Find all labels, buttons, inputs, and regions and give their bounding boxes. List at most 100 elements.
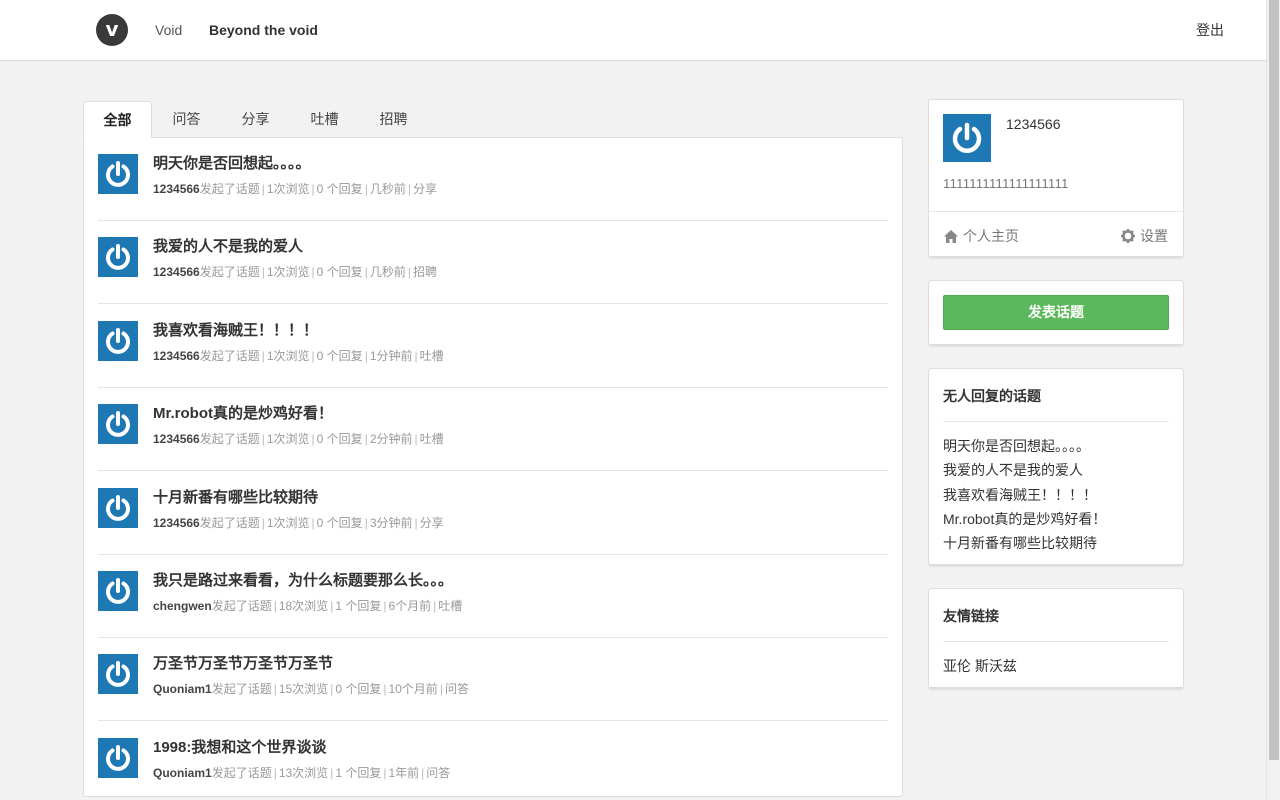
- topic-category[interactable]: 问答: [426, 766, 450, 780]
- topic-meta: 1234566发起了话题 | 1次浏览 | 0 个回复 | 1分钟前 | 吐槽: [153, 347, 444, 364]
- topic-action: 发起了话题: [199, 349, 260, 363]
- topic-title-link[interactable]: Mr.robot真的是炒鸡好看！: [153, 402, 333, 423]
- topic-category[interactable]: 问答: [445, 682, 469, 696]
- topic-replies: 1 个回复: [335, 766, 382, 780]
- vimeo-logo-icon[interactable]: v: [96, 14, 128, 46]
- topic-title-link[interactable]: 我爱的人不是我的爱人: [153, 235, 303, 256]
- topic-meta: 1234566发起了话题 | 1次浏览 | 0 个回复 | 几秒前 | 分享: [153, 180, 437, 197]
- tab-qa[interactable]: 问答: [152, 101, 221, 138]
- topic-time: 6个月前: [388, 599, 432, 613]
- user-name[interactable]: 1234566: [1006, 116, 1061, 132]
- topic-time: 10个月前: [388, 682, 438, 696]
- meta-separator: |: [311, 432, 315, 446]
- topic-meta: Quoniam1发起了话题 | 15次浏览 | 0 个回复 | 10个月前 | 问答: [153, 680, 469, 697]
- topic-views: 18次浏览: [278, 599, 329, 613]
- topic-meta: 1234566发起了话题 | 1次浏览 | 0 个回复 | 3分钟前 | 分享: [153, 514, 444, 531]
- topic-title-link[interactable]: 十月新番有哪些比较期待: [153, 486, 318, 507]
- gear-icon: [1121, 229, 1135, 243]
- topic-author[interactable]: Quoniam1: [153, 766, 212, 780]
- tab-rant[interactable]: 吐槽: [290, 101, 359, 138]
- meta-separator: |: [330, 766, 334, 780]
- author-avatar[interactable]: [98, 404, 138, 444]
- meta-separator: |: [330, 682, 334, 696]
- author-avatar[interactable]: [98, 738, 138, 778]
- topic-row: 我喜欢看海贼王！！！！ 1234566发起了话题 | 1次浏览 | 0 个回复 | 1分钟前 |…: [98, 305, 888, 388]
- author-avatar[interactable]: [98, 321, 138, 361]
- topic-action: 发起了话题: [199, 516, 260, 530]
- unreplied-topic-link[interactable]: Mr.robot真的是炒鸡好看！: [943, 509, 1106, 529]
- topic-title-link[interactable]: 万圣节万圣节万圣节万圣节: [153, 652, 333, 673]
- profile-home-link[interactable]: 个人主页: [944, 226, 1019, 246]
- tab-jobs[interactable]: 招聘: [359, 101, 428, 138]
- power-icon: [106, 161, 130, 187]
- topic-title-link[interactable]: 我喜欢看海贼王！！！！: [153, 319, 318, 340]
- unreplied-topic-link[interactable]: 十月新番有哪些比较期待: [943, 533, 1097, 553]
- author-avatar[interactable]: [98, 488, 138, 528]
- user-card: 1234566 1111111111111111111 个人主页 设置: [928, 99, 1184, 257]
- topic-author[interactable]: chengwen: [153, 599, 212, 613]
- topic-views: 1次浏览: [266, 182, 310, 196]
- topic-list: 明天你是否回想起。。。。 1234566发起了话题 | 1次浏览 | 0 个回复 | 几秒前 |…: [83, 137, 903, 797]
- meta-separator: |: [364, 432, 368, 446]
- topic-title-link[interactable]: 我只是路过来看看，为什么标题要那么长。。。: [153, 569, 453, 590]
- nav-link-void[interactable]: Void: [155, 21, 182, 39]
- author-avatar[interactable]: [98, 154, 138, 194]
- meta-separator: |: [383, 682, 387, 696]
- topic-category[interactable]: 分享: [420, 516, 444, 530]
- topic-category[interactable]: 招聘: [413, 265, 437, 279]
- topic-title-link[interactable]: 1998:我想和这个世界谈谈: [153, 736, 326, 757]
- power-icon: [106, 578, 130, 604]
- topic-category[interactable]: 吐槽: [420, 349, 444, 363]
- topic-time: 几秒前: [369, 265, 406, 279]
- topic-author[interactable]: 1234566: [153, 516, 200, 530]
- topic-category[interactable]: 吐槽: [438, 599, 462, 613]
- topic-author[interactable]: 1234566: [153, 349, 200, 363]
- meta-separator: |: [311, 516, 315, 530]
- meta-separator: |: [364, 265, 368, 279]
- unreplied-topic-link[interactable]: 我爱的人不是我的爱人: [943, 460, 1083, 480]
- author-avatar[interactable]: [98, 654, 138, 694]
- topic-title-link[interactable]: 明天你是否回想起。。。。: [153, 152, 311, 173]
- topic-action: 发起了话题: [199, 432, 260, 446]
- page-scrollbar[interactable]: [1266, 0, 1280, 800]
- meta-separator: |: [414, 432, 418, 446]
- unreplied-topic-link[interactable]: 明天你是否回想起。。。。: [943, 436, 1090, 456]
- topic-time: 1分钟前: [369, 349, 413, 363]
- settings-label: 设置: [1140, 228, 1168, 244]
- topic-views: 15次浏览: [278, 682, 329, 696]
- topic-category[interactable]: 吐槽: [420, 432, 444, 446]
- user-avatar[interactable]: [943, 114, 991, 162]
- topic-views: 13次浏览: [278, 766, 329, 780]
- tab-all[interactable]: 全部: [83, 101, 152, 138]
- tab-share[interactable]: 分享: [221, 101, 290, 138]
- settings-link[interactable]: 设置: [1121, 226, 1168, 246]
- topic-replies: 0 个回复: [316, 182, 363, 196]
- friend-link[interactable]: 亚伦 斯沃兹: [943, 656, 1017, 676]
- topic-author[interactable]: 1234566: [153, 432, 200, 446]
- author-avatar[interactable]: [98, 571, 138, 611]
- divider: [929, 211, 1183, 212]
- power-icon: [106, 411, 130, 437]
- topic-author[interactable]: 1234566: [153, 265, 200, 279]
- logout-link[interactable]: 登出: [1196, 21, 1224, 39]
- topic-action: 发起了话题: [211, 599, 272, 613]
- topic-author[interactable]: Quoniam1: [153, 682, 212, 696]
- topic-replies: 0 个回复: [335, 682, 382, 696]
- topic-author[interactable]: 1234566: [153, 182, 200, 196]
- nav-link-beyond-the-void[interactable]: Beyond the void: [209, 21, 318, 39]
- topic-views: 1次浏览: [266, 516, 310, 530]
- unreplied-topics-card: 无人回复的话题 明天你是否回想起。。。。 我爱的人不是我的爱人 我喜欢看海贼王！…: [928, 368, 1184, 565]
- new-topic-button[interactable]: 发表话题: [943, 295, 1169, 330]
- topic-row: 万圣节万圣节万圣节万圣节 Quoniam1发起了话题 | 15次浏览 | 0 个回复 | 10…: [98, 638, 888, 721]
- topic-replies: 0 个回复: [316, 265, 363, 279]
- power-icon: [106, 661, 130, 687]
- scrollbar-thumb[interactable]: [1269, 0, 1279, 760]
- author-avatar[interactable]: [98, 237, 138, 277]
- topic-action: 发起了话题: [211, 766, 272, 780]
- unreplied-topic-link[interactable]: 我喜欢看海贼王！！！！: [943, 485, 1097, 505]
- topic-time: 1年前: [388, 766, 420, 780]
- divider: [943, 641, 1169, 642]
- topic-meta: Quoniam1发起了话题 | 13次浏览 | 1 个回复 | 1年前 | 问答: [153, 764, 450, 781]
- topic-category[interactable]: 分享: [413, 182, 437, 196]
- topic-action: 发起了话题: [199, 182, 260, 196]
